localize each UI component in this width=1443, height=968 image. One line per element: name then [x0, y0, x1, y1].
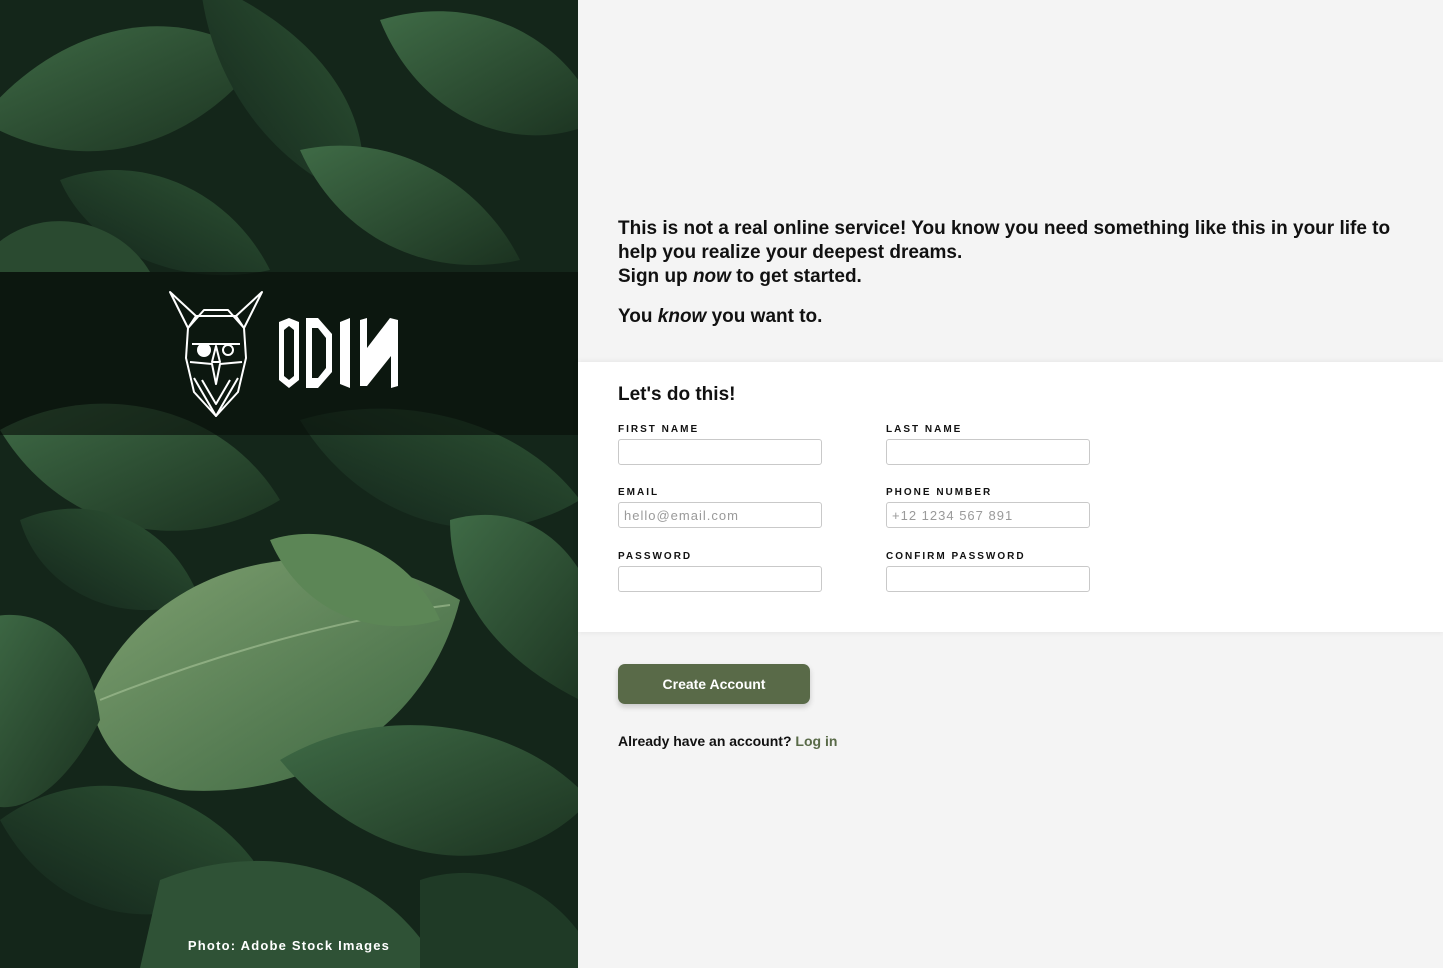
password-label: PASSWORD	[618, 551, 693, 562]
login-prompt-text: Already have an account?	[618, 733, 796, 749]
login-prompt: Already have an account? Log in	[618, 733, 837, 749]
login-link[interactable]: Log in	[795, 733, 837, 749]
phone-input[interactable]	[886, 502, 1090, 528]
confirm-password-label: CONFIRM PASSWORD	[886, 551, 1026, 562]
last-name-label: LAST NAME	[886, 424, 963, 435]
create-account-button[interactable]: Create Account	[618, 664, 810, 704]
first-name-label: FIRST NAME	[618, 424, 700, 435]
confirm-password-group: CONFIRM PASSWORD	[886, 551, 1090, 592]
first-name-group: FIRST NAME	[618, 424, 822, 465]
intro-paragraph-2: You know you want to.	[618, 305, 1418, 329]
intro-paragraph: This is not a real online service! You k…	[618, 217, 1418, 289]
password-input[interactable]	[618, 566, 822, 592]
intro-text: This is not a real online service! You k…	[618, 217, 1418, 329]
first-name-input[interactable]	[618, 439, 822, 465]
phone-group: PHONE NUMBER	[886, 487, 1090, 528]
last-name-input[interactable]	[886, 439, 1090, 465]
email-label: EMAIL	[618, 487, 660, 498]
form-heading: Let's do this!	[618, 384, 736, 405]
intro-line-3-end: you want to.	[706, 306, 823, 327]
photo-credit-text: Photo: Adobe Stock Images	[187, 938, 391, 953]
email-input[interactable]	[618, 502, 822, 528]
last-name-group: LAST NAME	[886, 424, 1090, 465]
email-group: EMAIL	[618, 487, 822, 528]
signup-form-card: Let's do this! FIRST NAME LAST NAME EMAI…	[578, 362, 1443, 632]
intro-line-1: This is not a real online service! You k…	[618, 218, 1391, 263]
confirm-password-input[interactable]	[886, 566, 1090, 592]
password-group: PASSWORD	[618, 551, 822, 592]
intro-line-2-start: Sign up	[618, 266, 693, 287]
phone-label: PHONE NUMBER	[886, 487, 993, 498]
intro-line-2-end: to get started.	[730, 266, 862, 287]
viking-helmet-icon	[169, 291, 398, 417]
intro-line-2-emphasis: now	[692, 266, 731, 287]
main-content: This is not a real online service! You k…	[578, 0, 1443, 968]
intro-line-3-start: You	[618, 306, 658, 327]
hero-image-panel: Photo: Adobe Stock Images	[0, 0, 578, 968]
photo-credit: Photo: Adobe Stock Images	[0, 938, 578, 953]
odin-logo	[166, 288, 408, 420]
leaves-background-image	[0, 0, 578, 968]
intro-line-3-emphasis: know	[657, 306, 707, 327]
